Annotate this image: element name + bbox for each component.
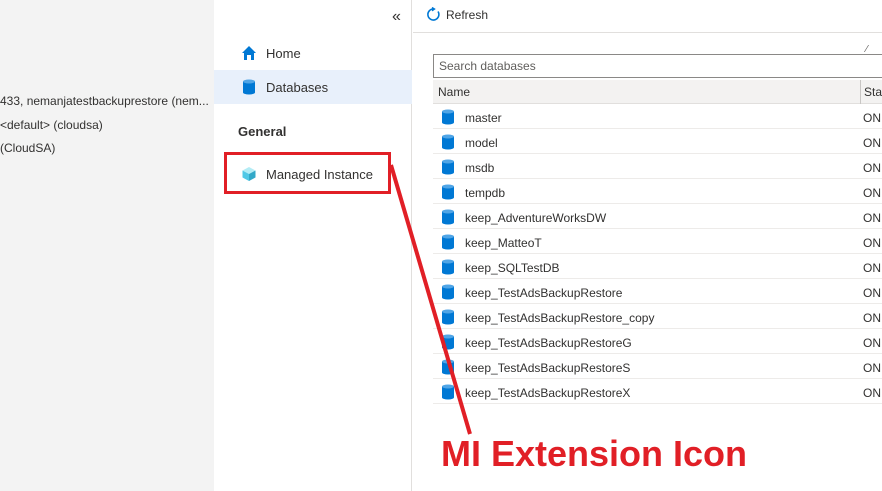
databases-grid: Name Sta master ON model ON msdb ON tempdb ON ke… bbox=[433, 80, 882, 404]
refresh-label: Refresh bbox=[446, 7, 489, 22]
database-status: ON bbox=[863, 361, 881, 375]
connection-database-label[interactable]: <default> (cloudsa) bbox=[0, 118, 103, 132]
database-name: msdb bbox=[465, 161, 495, 175]
refresh-icon bbox=[426, 7, 441, 22]
table-row[interactable]: keep_AdventureWorksDW ON bbox=[433, 204, 882, 229]
table-row[interactable]: keep_TestAdsBackupRestoreX ON bbox=[433, 379, 882, 404]
database-status: ON bbox=[863, 236, 881, 250]
database-name: keep_TestAdsBackupRestoreS bbox=[465, 361, 631, 375]
database-name: master bbox=[465, 111, 502, 125]
nav-item-databases[interactable]: Databases bbox=[214, 70, 412, 104]
table-row[interactable]: keep_TestAdsBackupRestoreS ON bbox=[433, 354, 882, 379]
nav-item-label: Home bbox=[266, 45, 301, 61]
table-row[interactable]: keep_SQLTestDB ON bbox=[433, 254, 882, 279]
dashboard-nav: « Home Databases General Managed Instanc… bbox=[214, 0, 412, 491]
connection-user-label[interactable]: (CloudSA) bbox=[0, 141, 55, 155]
database-icon bbox=[441, 334, 455, 353]
database-name: keep_AdventureWorksDW bbox=[465, 211, 607, 225]
search-input[interactable] bbox=[433, 54, 882, 78]
column-separator[interactable] bbox=[860, 80, 861, 104]
database-status: ON bbox=[863, 111, 881, 125]
nav-section-general: General bbox=[238, 124, 287, 139]
database-icon bbox=[441, 309, 455, 328]
database-icon bbox=[441, 184, 455, 203]
database-name: keep_TestAdsBackupRestoreG bbox=[465, 336, 632, 350]
database-name: tempdb bbox=[465, 186, 506, 200]
database-status: ON bbox=[863, 161, 881, 175]
home-icon bbox=[240, 44, 258, 62]
database-status: ON bbox=[863, 286, 881, 300]
database-icon bbox=[441, 284, 455, 303]
database-icon bbox=[441, 159, 455, 178]
table-row[interactable]: keep_TestAdsBackupRestore_copy ON bbox=[433, 304, 882, 329]
table-row[interactable]: keep_TestAdsBackupRestoreG ON bbox=[433, 329, 882, 354]
connection-server-label[interactable]: 433, nemanjatestbackuprestore (nem... bbox=[0, 94, 209, 108]
table-row[interactable]: keep_MatteoT ON bbox=[433, 229, 882, 254]
nav-item-label: Databases bbox=[266, 79, 329, 95]
database-status: ON bbox=[863, 261, 881, 275]
annotation-label: MI Extension Icon bbox=[441, 433, 748, 474]
database-name: model bbox=[465, 136, 498, 150]
database-icon bbox=[441, 234, 455, 253]
database-icon bbox=[240, 78, 258, 96]
database-name: keep_MatteoT bbox=[465, 236, 542, 250]
grid-header: Name Sta bbox=[433, 80, 882, 104]
database-name: keep_TestAdsBackupRestore bbox=[465, 286, 623, 300]
database-icon bbox=[441, 259, 455, 278]
annotation-highlight-box bbox=[224, 152, 391, 194]
table-row[interactable]: tempdb ON bbox=[433, 179, 882, 204]
nav-item-home[interactable]: Home bbox=[214, 36, 412, 70]
database-icon bbox=[441, 134, 455, 153]
database-icon bbox=[441, 359, 455, 378]
column-header-name[interactable]: Name bbox=[438, 85, 470, 99]
grid-rows: master ON model ON msdb ON tempdb ON keep_Advent… bbox=[433, 104, 882, 404]
table-row[interactable]: keep_TestAdsBackupRestore ON bbox=[433, 279, 882, 304]
double-chevron-left-icon[interactable]: « bbox=[392, 8, 401, 26]
database-name: keep_SQLTestDB bbox=[465, 261, 560, 275]
database-status: ON bbox=[863, 211, 881, 225]
database-status: ON bbox=[863, 336, 881, 350]
column-header-status[interactable]: Sta bbox=[864, 85, 882, 99]
database-icon bbox=[441, 384, 455, 403]
databases-main: Refresh ⁄ Name Sta masterONmodelONmsdbON… bbox=[413, 0, 882, 491]
database-status: ON bbox=[863, 186, 881, 200]
toolbar: Refresh bbox=[413, 0, 882, 33]
database-icon bbox=[441, 109, 455, 128]
database-status: ON bbox=[863, 136, 881, 150]
database-name: keep_TestAdsBackupRestore_copy bbox=[465, 311, 655, 325]
table-row[interactable]: master ON bbox=[433, 104, 882, 129]
database-icon bbox=[441, 209, 455, 228]
database-status: ON bbox=[863, 386, 881, 400]
connection-panel: 433, nemanjatestbackuprestore (nem... <d… bbox=[0, 0, 214, 491]
table-row[interactable]: msdb ON bbox=[433, 154, 882, 179]
table-row[interactable]: model ON bbox=[433, 129, 882, 154]
database-status: ON bbox=[863, 311, 881, 325]
database-name: keep_TestAdsBackupRestoreX bbox=[465, 386, 631, 400]
refresh-button[interactable]: Refresh bbox=[426, 7, 488, 22]
